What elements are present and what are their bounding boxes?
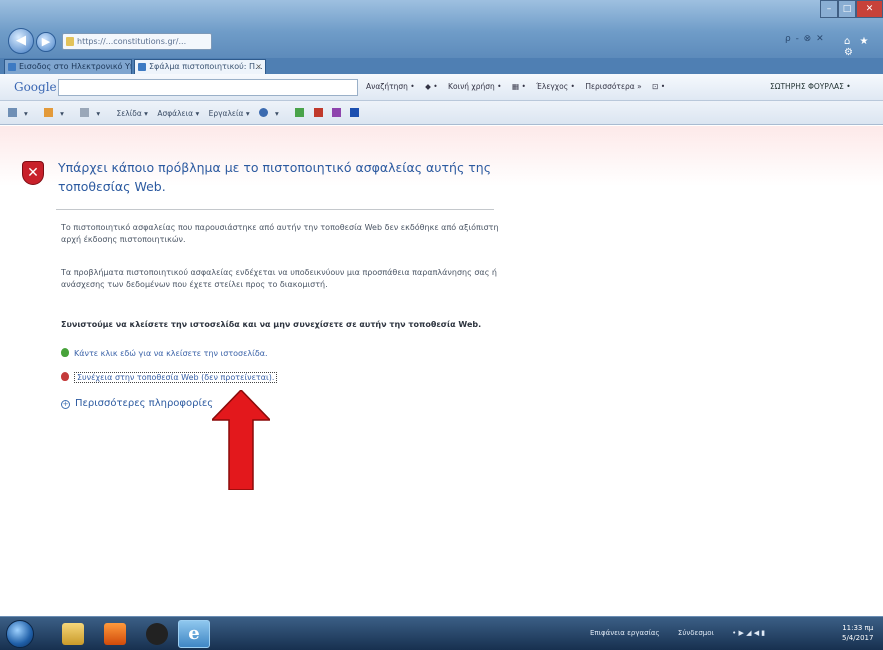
home-menu-button[interactable]: ▾ [8, 108, 35, 118]
command-bar-items: ▾ ▾ ▾ Σελίδα ▾ Ασφάλεια ▾ Εργαλεία ▾ ▾ [8, 108, 373, 118]
help-menu-button[interactable]: ▾ [259, 108, 286, 118]
addon-red-icon [313, 108, 323, 117]
site-icon [66, 37, 74, 46]
forward-arrow-icon: ▶ [41, 35, 51, 48]
browser-titlebar: ◀ ▶ https://...constitutions.gr/... ρ - … [0, 0, 883, 58]
divider [56, 209, 494, 210]
more-information-link[interactable]: + Περισσότερες πληροφορίες [61, 398, 213, 409]
expand-icon: + [61, 400, 70, 409]
continue-label: Συνέχεια στην τοποθεσία Web (δεν προτείν… [74, 372, 278, 383]
google-logo: Google [14, 80, 57, 94]
green-shield-icon [61, 348, 69, 357]
windows-taskbar: e Επιφάνεια εργασίας Σύνδεσμοι • ▶ ◢ ◀ ▮… [0, 616, 883, 650]
address-text: https://...constitutions.gr/... [77, 37, 187, 46]
explorer-icon[interactable] [62, 623, 84, 645]
home-icon [8, 108, 17, 117]
toolbar-search-button[interactable]: Αναζήτηση • [366, 82, 415, 91]
screen: ◀ ▶ https://...constitutions.gr/... ρ - … [0, 0, 883, 650]
feed-icon [44, 108, 54, 117]
recommendation-text: Συνιστούμε να κλείσετε την ιστοσελίδα κα… [61, 320, 482, 329]
tab-strip: Εισοδος στο Ηλεκτρονικό Υπ... Σφάλμα πισ… [0, 58, 883, 74]
tab-close-icon[interactable]: × [255, 60, 262, 74]
mail-icon [80, 108, 90, 117]
tab-label: Εισοδος στο Ηλεκτρονικό Υπ... [19, 62, 132, 71]
feeds-menu-button[interactable]: ▾ [44, 108, 71, 118]
links-toolbar[interactable]: Σύνδεσμοι [678, 629, 714, 637]
desktop-toolbar[interactable]: Επιφάνεια εργασίας [590, 629, 660, 637]
start-button[interactable] [6, 620, 34, 648]
mail-menu-button[interactable]: ▾ [80, 108, 107, 118]
window-controls: – □ ✕ [820, 0, 883, 20]
taskbar-toolbars: Επιφάνεια εργασίας Σύνδεσμοι • ▶ ◢ ◀ ▮ [590, 629, 781, 637]
close-window-button[interactable]: ✕ [856, 0, 883, 18]
help-icon [259, 108, 269, 117]
address-bar[interactable]: https://...constitutions.gr/... [62, 33, 212, 50]
close-page-link[interactable]: Κάντε κλικ εδώ για να κλείσετε την ιστοσ… [61, 348, 268, 358]
toolbar-more-button[interactable]: Περισσότερα » [585, 82, 641, 91]
addon-blue-icon [350, 108, 360, 117]
command-bar: ▾ ▾ ▾ Σελίδα ▾ Ασφάλεια ▾ Εργαλεία ▾ ▾ [0, 101, 883, 125]
google-toolbar-items: Αναζήτηση • ◆ • Κοινή χρήση • ▦ • Έλεγχο… [366, 82, 673, 91]
toolbar-menu-button[interactable]: ▦ • [512, 82, 526, 91]
addon-purple-icon [331, 108, 341, 117]
clock-time: 11:33 πμ [842, 624, 874, 632]
addon-icons[interactable] [295, 108, 366, 118]
error-shield-icon: ✕ [22, 161, 44, 185]
tab-login[interactable]: Εισοδος στο Ηλεκτρονικό Υπ... [4, 59, 132, 74]
certificate-error-page: ✕ Υπάρχει κάποιο πρόβλημα με το πιστοποι… [0, 126, 883, 616]
tools-menu[interactable]: Εργαλεία ▾ [209, 109, 250, 118]
toolbar-check-button[interactable]: Έλεγχος • [536, 82, 575, 91]
hp-icon[interactable] [146, 623, 168, 645]
page-title: Υπάρχει κάποιο πρόβλημα με το πιστοποιητ… [58, 160, 492, 194]
tab-favicon-icon [138, 63, 146, 71]
toolbar-bookmark-button[interactable]: ◆ • [425, 82, 438, 91]
continue-to-site-link[interactable]: Συνέχεια στην τοποθεσία Web (δεν προτείν… [61, 372, 278, 383]
risk-explanation: Τα προβλήματα πιστοποιητικού ασφαλείας ε… [61, 268, 498, 289]
back-button[interactable]: ◀ [8, 28, 34, 54]
more-info-label: Περισσότερες πληροφορίες [75, 398, 214, 409]
google-account-button[interactable]: ΣΩΤΗΡΗΣ ΦΟΥΡΛΑΣ • [770, 82, 851, 91]
red-pointer-arrow [212, 390, 270, 490]
media-player-icon[interactable] [104, 623, 126, 645]
back-arrow-icon: ◀ [16, 33, 26, 48]
forward-button[interactable]: ▶ [36, 32, 56, 52]
tab-label: Σφάλμα πιστοποιητικού: Π... [149, 62, 263, 71]
tab-certificate-error[interactable]: Σφάλμα πιστοποιητικού: Π... × [134, 59, 266, 74]
red-shield-icon [61, 372, 69, 381]
toolbar-share-button[interactable]: Κοινή χρήση • [448, 82, 502, 91]
address-bar-controls[interactable]: ρ - ⊗ ✕ [785, 34, 825, 44]
google-search-input[interactable] [58, 79, 358, 96]
tray-icons[interactable]: • ▶ ◢ ◀ ▮ [732, 629, 765, 637]
safety-menu[interactable]: Ασφάλεια ▾ [157, 109, 199, 118]
internet-explorer-icon[interactable]: e [178, 620, 210, 648]
certificate-explanation: Το πιστοποιητικό ασφαλείας που παρουσιάσ… [61, 223, 499, 244]
home-favorites-tools-icons[interactable]: ⌂ ★ ⚙ [844, 36, 883, 58]
google-toolbar: Google Αναζήτηση • ◆ • Κοινή χρήση • ▦ •… [0, 74, 883, 101]
addon-green-icon [295, 108, 305, 117]
close-page-label: Κάντε κλικ εδώ για να κλείσετε την ιστοσ… [74, 349, 268, 358]
clock-date: 5/4/2017 [842, 634, 874, 642]
minimize-button[interactable]: – [820, 0, 838, 18]
system-clock[interactable]: 11:33 πμ 5/4/2017 [842, 623, 873, 643]
maximize-button[interactable]: □ [838, 0, 856, 18]
tab-favicon-icon [8, 63, 16, 71]
page-menu[interactable]: Σελίδα ▾ [116, 109, 147, 118]
toolbar-extra-button[interactable]: ⊡ • [652, 82, 665, 91]
